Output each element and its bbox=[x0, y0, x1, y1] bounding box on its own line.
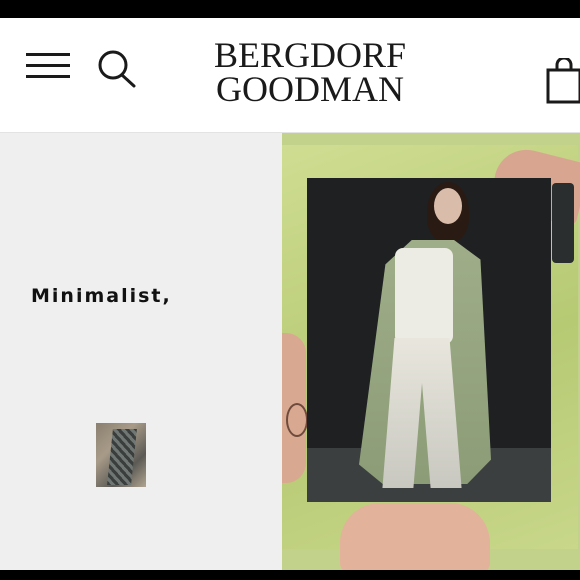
search-button[interactable] bbox=[96, 48, 140, 92]
brand-line-1: BERGDORF bbox=[213, 35, 407, 75]
promo-image-panel[interactable] bbox=[282, 133, 580, 570]
shopping-bag-icon bbox=[546, 56, 580, 104]
search-icon bbox=[98, 50, 136, 88]
hand-image-bottom bbox=[340, 503, 490, 570]
top-status-strip bbox=[0, 0, 580, 18]
fashion-photo[interactable] bbox=[307, 178, 551, 502]
brand-line-2: GOODMAN bbox=[216, 69, 404, 109]
shopping-bag-button[interactable] bbox=[544, 56, 580, 108]
object-image bbox=[552, 183, 574, 263]
menu-button[interactable] bbox=[26, 53, 70, 79]
site-header: BERGDORF GOODMAN bbox=[0, 18, 580, 133]
hamburger-menu-icon bbox=[26, 53, 70, 56]
promo-headline: Minimalist, bbox=[31, 285, 172, 307]
promo-text-panel: Minimalist, bbox=[0, 133, 282, 570]
brand-logo[interactable]: BERGDORF GOODMAN bbox=[190, 35, 430, 109]
tattoo-image bbox=[286, 403, 308, 437]
promo-thumbnail[interactable] bbox=[96, 423, 146, 487]
